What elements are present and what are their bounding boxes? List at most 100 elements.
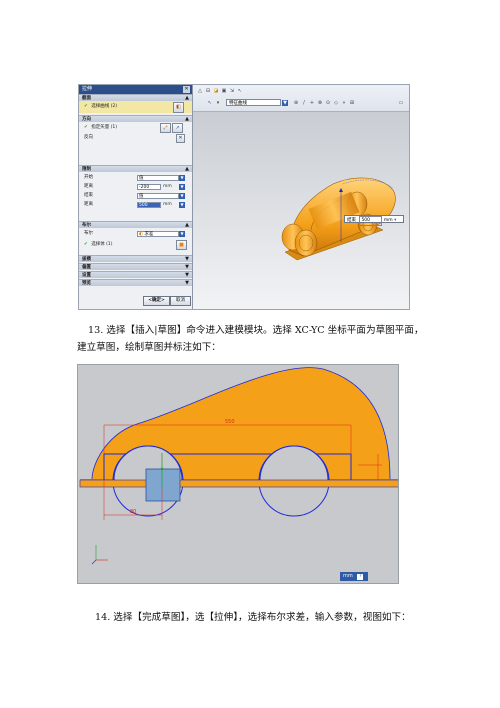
section-boolean-label: 布尔 [82, 223, 91, 228]
start-label: 开始 [84, 175, 93, 180]
callout-value: 500 [359, 216, 383, 226]
snap-icon[interactable]: ⊟ [205, 88, 211, 94]
check-icon: ✔ [84, 125, 88, 130]
reverse-direction-button[interactable]: ✕ [176, 134, 185, 143]
callout-label: 结束 [347, 218, 356, 223]
extrude-dialog: 拉伸 ✕ 截面 ▲ ✔ 选择曲线 (2) ◧ 方向 ▲ ✔ 指定矢量 (1) ⤢… [79, 85, 193, 309]
end-distance-row: 距离 500 mm ▼ [79, 200, 192, 209]
car-model-render [281, 177, 396, 261]
check-icon: ✔ [84, 242, 88, 247]
orient-icon[interactable]: ⇲ [229, 88, 235, 94]
sketch-canvas[interactable] [78, 365, 398, 583]
section-settings-label: 设置 [82, 273, 91, 278]
window-icon[interactable]: ▭ [398, 100, 404, 106]
section-limits-header[interactable]: 限制 ▲ [79, 165, 192, 172]
start-distance-row: 距离 -200 mm ▼ [79, 182, 192, 191]
step-13-line-2: 建立草图，绘制草图并标注如下： [77, 342, 221, 353]
quadrant-icon[interactable]: ◇ [333, 100, 339, 106]
chevron-down-icon[interactable]: ▼ [179, 201, 185, 208]
point-on-curve-icon[interactable]: ⋄ [341, 100, 347, 106]
unit-label: mm [163, 184, 172, 189]
section-preview-label: 预览 [82, 281, 91, 286]
chevron-up-icon: ▲ [185, 222, 189, 228]
start-row: 开始 值 ▼ [79, 173, 192, 182]
sketch-screenshot: 550 80 mm ? [77, 364, 399, 584]
end-distance-input[interactable]: 500 [137, 201, 161, 208]
reverse-row: 反向 ✕ [79, 133, 192, 143]
chevron-down-icon[interactable]: ▼ [179, 174, 185, 181]
chevron-down-icon: ▼ [185, 256, 189, 262]
boolean-value: 求差 [144, 231, 154, 237]
chevron-down-icon: ▾ [394, 218, 397, 223]
close-icon[interactable]: ✕ [183, 86, 190, 93]
section-offset-label: 偏置 [82, 265, 91, 270]
curve-rule-button[interactable]: ◧ [173, 102, 184, 113]
distance-label: 距离 [84, 202, 93, 207]
chevron-up-icon: ▲ [185, 166, 189, 172]
snap-point-icon[interactable]: ⊕ [293, 100, 299, 106]
vector-dialog-button[interactable]: ⤢ [160, 123, 171, 133]
boolean-select[interactable]: ◐ 求差 [137, 230, 179, 237]
end-row: 结束 值 ▼ [79, 191, 192, 200]
section-limits-label: 限制 [82, 167, 91, 172]
section-direction-header[interactable]: 方向 ▲ [79, 115, 192, 122]
specify-vector-label: 指定矢量 (1) [91, 125, 118, 130]
chevron-down-icon: ▼ [185, 272, 189, 278]
section-preview-header[interactable]: 预览 ▼ [79, 279, 192, 286]
chevron-down-icon: ▼ [185, 264, 189, 270]
start-type-select[interactable]: 值 [137, 174, 179, 181]
end-label: 结束 [84, 193, 93, 198]
sketch-icon[interactable]: ◪ [213, 88, 219, 94]
end-type-select[interactable]: 值 [137, 192, 179, 199]
chevron-down-icon[interactable]: ▼ [179, 183, 185, 190]
distance-label: 距离 [84, 184, 93, 189]
center-icon[interactable]: ⊙ [325, 100, 331, 106]
unit-indicator[interactable]: mm ? [340, 572, 368, 581]
section-draft-header[interactable]: 拔模 ▼ [79, 255, 192, 262]
midpoint-icon[interactable]: + [309, 100, 315, 106]
chevron-down-icon[interactable]: ▼ [282, 100, 288, 106]
select-body-label: 选择体 (1) [91, 242, 113, 247]
help-icon[interactable]: ? [357, 574, 364, 580]
chevron-down-icon[interactable]: ▼ [179, 230, 185, 237]
boolean-label: 布尔 [84, 231, 93, 236]
cancel-button[interactable]: 取消 [170, 296, 191, 306]
section-draft-label: 拔模 [82, 257, 91, 262]
dimension-left[interactable]: 80 [130, 509, 136, 515]
section-settings-header[interactable]: 设置 ▼ [79, 271, 192, 278]
end-distance-callout[interactable]: 结束 500 mm ▾ [344, 215, 404, 226]
curve-rule-select[interactable]: 特征曲线 [226, 99, 281, 106]
toolbar: △ ⊟ ◪ ▣ ⇲ ↖ ↖ ▾ 特征曲线 ▼ ⊕ / + ⊗ ⊙ ◇ ⋄ ⊞ ▭ [193, 85, 409, 112]
select-curve-label: 选择曲线 (2) [91, 104, 118, 109]
filter-icon[interactable]: ▾ [215, 100, 221, 106]
3d-viewport[interactable]: 结束 500 mm ▾ [193, 112, 409, 309]
intersection-icon[interactable]: ⊗ [317, 100, 323, 106]
section-boolean-header[interactable]: 布尔 ▲ [79, 221, 192, 228]
snap-grid-icon[interactable]: ⊞ [349, 100, 355, 106]
dimension-top[interactable]: 550 [225, 419, 235, 425]
boolean-row: 布尔 ◐ 求差 ▼ [79, 229, 192, 238]
start-distance-input[interactable]: -200 [137, 183, 161, 190]
select-body-row[interactable]: ✔ 选择体 (1) ■ [79, 239, 192, 250]
reverse-label: 反向 [84, 135, 93, 140]
view-icon[interactable]: ▣ [221, 88, 227, 94]
body-selection-icon[interactable]: ■ [176, 240, 187, 250]
triangle-icon[interactable]: △ [197, 88, 203, 94]
check-icon: ✔ [84, 104, 88, 109]
specify-vector-row[interactable]: ✔ 指定矢量 (1) ⤢ ↗ [79, 122, 192, 133]
extrude-screenshot: 拉伸 ✕ 截面 ▲ ✔ 选择曲线 (2) ◧ 方向 ▲ ✔ 指定矢量 (1) ⤢… [78, 84, 410, 310]
step-13-line-1: 13. 选择【插入|草图】命令进入建模模块。选择 XC-YC 坐标平面为草图平面… [88, 325, 424, 336]
callout-unit: mm [383, 218, 393, 223]
select-curve-row[interactable]: ✔ 选择曲线 (2) ◧ [79, 101, 192, 113]
vector-type-button[interactable]: ↗ [172, 123, 183, 133]
section-offset-header[interactable]: 偏置 ▼ [79, 263, 192, 270]
chevron-down-icon: ▼ [185, 280, 189, 286]
unit-label: mm [343, 573, 353, 579]
select-icon[interactable]: ↖ [207, 100, 213, 106]
chevron-down-icon[interactable]: ▼ [179, 192, 185, 199]
ok-button[interactable]: <确定> [143, 296, 170, 306]
endpoint-icon[interactable]: / [301, 100, 307, 106]
cursor-icon[interactable]: ↖ [237, 88, 243, 94]
unit-label: mm [163, 202, 172, 207]
section-curve-header[interactable]: 截面 ▲ [79, 94, 192, 101]
